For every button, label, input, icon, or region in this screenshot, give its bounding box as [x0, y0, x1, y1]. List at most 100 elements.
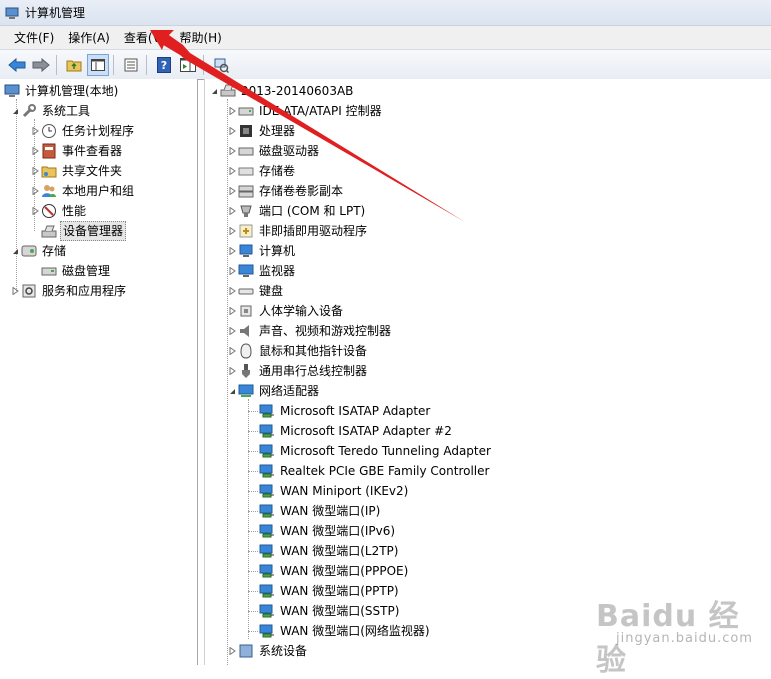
network-adapter-item[interactable]: WAN 微型端口(PPTP) — [259, 581, 401, 601]
tree-item-device-manager[interactable]: 设备管理器 — [41, 221, 127, 241]
help-icon[interactable]: ? — [153, 54, 175, 76]
device-category[interactable]: 非即插即用驱动程序 — [227, 221, 369, 241]
collapsed-triangle-icon[interactable] — [227, 281, 238, 301]
expanded-triangle-icon[interactable] — [227, 381, 238, 401]
device-category[interactable]: 存储卷卷影副本 — [227, 181, 345, 201]
device-category[interactable]: 网络适配器 — [227, 381, 321, 401]
show-console-tree-icon[interactable] — [87, 53, 109, 76]
network-adapter-item[interactable]: WAN 微型端口(网络监视器) — [259, 621, 432, 641]
properties-icon[interactable] — [120, 54, 142, 76]
network-adapter-item[interactable]: WAN Miniport (IKEv2) — [259, 481, 410, 501]
window-title: 计算机管理 — [25, 6, 86, 20]
device-category[interactable]: 监视器 — [227, 261, 297, 281]
system-device-icon — [238, 643, 254, 659]
collapsed-triangle-icon[interactable] — [227, 361, 238, 381]
collapsed-triangle-icon[interactable] — [227, 261, 238, 281]
collapsed-triangle-icon[interactable] — [30, 121, 41, 141]
network-adapter-label: Realtek PCIe GBE Family Controller — [280, 464, 490, 478]
network-adapter-item[interactable]: Microsoft ISATAP Adapter #2 — [259, 421, 454, 441]
network-adapter-label: WAN 微型端口(PPTP) — [280, 584, 399, 598]
device-category[interactable]: 键盘 — [227, 281, 285, 301]
tree-item-shared-folders[interactable]: 共享文件夹 — [30, 161, 124, 181]
device-tree-root[interactable]: 2013-20140603AB — [209, 81, 355, 101]
device-category-label: 计算机 — [259, 244, 296, 258]
collapsed-triangle-icon[interactable] — [227, 321, 238, 341]
network-adapter-item[interactable]: WAN 微型端口(IP) — [259, 501, 382, 521]
network-adapter-item[interactable]: Microsoft Teredo Tunneling Adapter — [259, 441, 493, 461]
collapsed-triangle-icon[interactable] — [227, 221, 238, 241]
device-category[interactable]: 计算机 — [227, 241, 297, 261]
network-adapter-item[interactable]: WAN 微型端口(L2TP) — [259, 541, 400, 561]
collapsed-triangle-icon[interactable] — [10, 281, 21, 301]
menu-help[interactable]: 帮助(H) — [173, 27, 229, 49]
scan-hardware-icon[interactable] — [210, 54, 232, 76]
tree-item-disk-management[interactable]: 磁盘管理 — [41, 261, 112, 281]
collapsed-triangle-icon[interactable] — [227, 341, 238, 361]
device-manager-icon — [41, 223, 57, 239]
tree-item-label: 设备管理器 — [60, 221, 127, 241]
shared-folder-icon — [41, 163, 57, 179]
expanded-triangle-icon[interactable] — [10, 101, 21, 121]
up-folder-icon[interactable] — [63, 54, 85, 76]
collapsed-triangle-icon[interactable] — [227, 181, 238, 201]
device-category[interactable]: 声音、视频和游戏控制器 — [227, 321, 393, 341]
device-category[interactable]: 磁盘驱动器 — [227, 141, 321, 161]
collapsed-triangle-icon[interactable] — [227, 301, 238, 321]
tree-item-system-tools[interactable]: 系统工具 — [10, 101, 92, 121]
collapsed-triangle-icon[interactable] — [30, 161, 41, 181]
tree-item-computer-management[interactable]: 计算机管理(本地) — [4, 81, 120, 101]
network-adapter-label: WAN 微型端口(IPv6) — [280, 524, 396, 538]
network-adapter-item[interactable]: WAN 微型端口(PPPOE) — [259, 561, 410, 581]
device-category[interactable]: 存储卷 — [227, 161, 297, 181]
device-category[interactable]: 处理器 — [227, 121, 297, 141]
tree-item-performance[interactable]: 性能 — [30, 201, 88, 221]
menu-view[interactable]: 查看(V) — [118, 27, 174, 49]
computer-icon — [220, 83, 236, 99]
back-arrow-icon[interactable] — [6, 54, 28, 76]
collapsed-triangle-icon[interactable] — [227, 641, 238, 661]
tree-item-label: 性能 — [62, 204, 87, 218]
device-category-icon — [238, 223, 254, 239]
menu-action[interactable]: 操作(A) — [62, 27, 118, 49]
collapsed-triangle-icon[interactable] — [30, 141, 41, 161]
collapsed-triangle-icon[interactable] — [227, 201, 238, 221]
expanded-triangle-icon[interactable] — [10, 241, 21, 261]
device-category-label: 系统设备 — [259, 644, 308, 658]
tree-item-label: 存储 — [42, 244, 67, 258]
forward-arrow-icon[interactable] — [30, 54, 52, 76]
device-category[interactable]: IDE ATA/ATAPI 控制器 — [227, 101, 384, 121]
tree-item-event-viewer[interactable]: 事件查看器 — [30, 141, 124, 161]
disk-icon — [41, 263, 57, 279]
network-adapter-icon — [259, 543, 275, 559]
tree-item-task-scheduler[interactable]: 任务计划程序 — [30, 121, 136, 141]
network-adapter-item[interactable]: WAN 微型端口(SSTP) — [259, 601, 401, 621]
network-adapter-item[interactable]: Realtek PCIe GBE Family Controller — [259, 461, 491, 481]
device-category-system[interactable]: 系统设备 — [227, 641, 309, 661]
collapsed-triangle-icon[interactable] — [227, 161, 238, 181]
device-category[interactable]: 端口 (COM 和 LPT) — [227, 201, 367, 221]
collapsed-triangle-icon[interactable] — [227, 241, 238, 261]
tree-item-services-apps[interactable]: 服务和应用程序 — [10, 281, 128, 301]
tree-item-local-users[interactable]: 本地用户和组 — [30, 181, 136, 201]
device-category-icon — [238, 143, 254, 159]
collapsed-triangle-icon[interactable] — [227, 141, 238, 161]
network-adapter-label: WAN 微型端口(网络监视器) — [280, 624, 430, 638]
collapsed-triangle-icon[interactable] — [30, 181, 41, 201]
expanded-triangle-icon[interactable] — [209, 81, 220, 101]
tree-item-storage[interactable]: 存储 — [10, 241, 68, 261]
collapsed-triangle-icon[interactable] — [30, 201, 41, 221]
network-adapter-item[interactable]: Microsoft ISATAP Adapter — [259, 401, 432, 421]
network-adapter-item[interactable]: WAN 微型端口(IPv6) — [259, 521, 397, 541]
menu-file[interactable]: 文件(F) — [8, 27, 62, 49]
collapsed-triangle-icon[interactable] — [227, 101, 238, 121]
network-adapter-icon — [259, 443, 275, 459]
show-action-pane-icon[interactable] — [177, 54, 199, 76]
device-category-icon — [238, 303, 254, 319]
toolbar: ? — [0, 49, 771, 80]
event-log-icon — [41, 143, 57, 159]
collapsed-triangle-icon[interactable] — [227, 121, 238, 141]
svg-text:?: ? — [161, 59, 167, 72]
device-category[interactable]: 通用串行总线控制器 — [227, 361, 369, 381]
device-category[interactable]: 鼠标和其他指针设备 — [227, 341, 369, 361]
device-category[interactable]: 人体学输入设备 — [227, 301, 345, 321]
